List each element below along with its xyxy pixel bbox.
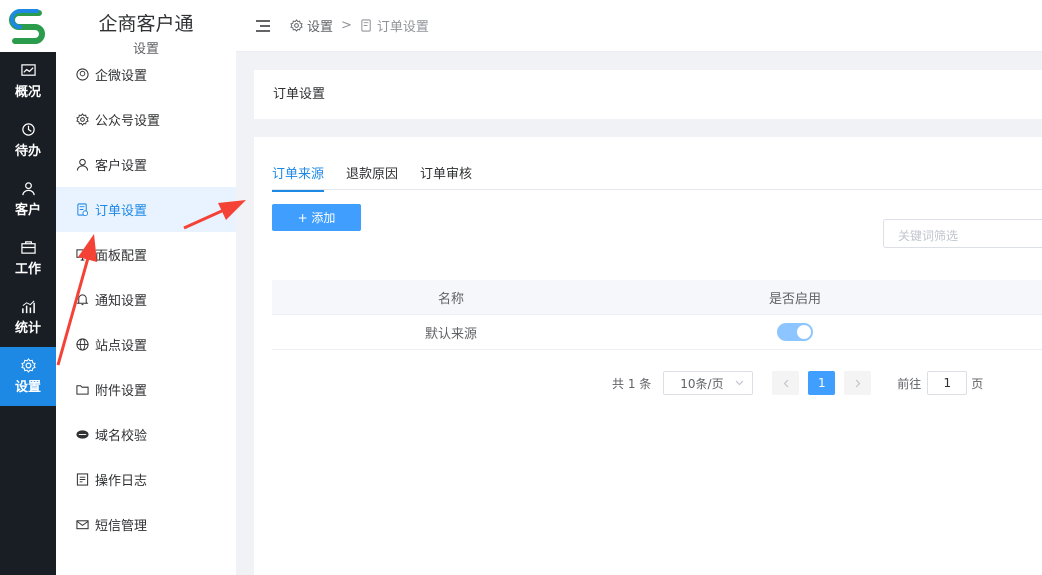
goto-suffix: 页 (971, 376, 984, 391)
enabled-toggle[interactable] (777, 323, 813, 341)
app-title: 企商客户通 (98, 13, 194, 35)
sidebar-item-label: 面板配置 (95, 249, 148, 264)
sidebar-item-log[interactable]: 操作日志 (56, 457, 236, 502)
sidebar-item-label: 企微设置 (95, 69, 148, 84)
content-panel: 订单来源 退款原因 订单审核 + 添加 关键词筛选 名称 是否启用 默认来源 共… (254, 137, 1042, 575)
breadcrumb-current: 订单设置 (376, 20, 429, 35)
bar-chart-icon (21, 300, 35, 314)
domain-badge-icon (76, 430, 89, 439)
add-button[interactable]: + 添加 (272, 204, 361, 231)
order-doc-icon (361, 19, 371, 32)
page-number-current[interactable]: 1 (808, 371, 836, 395)
rail-item-todo[interactable]: 待办 (0, 111, 56, 170)
goto-prefix: 前往 (897, 376, 922, 391)
sidebar-item-label: 域名校验 (95, 429, 148, 444)
page-size-value: 10条/页 (680, 376, 724, 391)
wecom-icon (76, 68, 89, 81)
sidebar-item-attachment[interactable]: 附件设置 (56, 367, 236, 412)
page-jumper: 前往 1 页 (897, 371, 983, 395)
rail-item-customer[interactable]: 客户 (0, 170, 56, 229)
sidebar-item-sms[interactable]: 短信管理 (56, 502, 236, 547)
rail-label: 统计 (14, 321, 41, 336)
column-header-name: 名称 (437, 291, 464, 307)
sidebar-item-label: 客户设置 (95, 159, 148, 174)
sidebar-item-order[interactable]: 订单设置 (56, 187, 236, 232)
chart-line-icon (20, 64, 36, 76)
sidebar-item-official-account[interactable]: 公众号设置 (56, 97, 236, 142)
order-doc-icon (77, 203, 89, 216)
user-icon (21, 182, 35, 196)
top-bar: 设置 > 订单设置 (236, 0, 1042, 52)
page-title-panel: 订单设置 (254, 70, 1042, 119)
briefcase-icon (20, 241, 36, 254)
table-row: 默认来源 (272, 315, 1042, 350)
sidebar-item-domain[interactable]: 域名校验 (56, 412, 236, 457)
breadcrumb-separator: > (341, 18, 352, 33)
sidebar-item-panel[interactable]: 面板配置 (56, 232, 236, 277)
tab-order-review[interactable]: 订单审核 (420, 163, 472, 192)
sidebar-item-label: 站点设置 (95, 339, 148, 354)
rail-item-overview[interactable]: 概况 (0, 52, 56, 111)
pagination-total: 共 1 条 (612, 376, 652, 391)
sidebar-item-customer[interactable]: 客户设置 (56, 142, 236, 187)
user-outline-icon (76, 158, 89, 171)
rail-label: 工作 (14, 262, 41, 277)
tab-order-source[interactable]: 订单来源 (272, 163, 325, 192)
chevron-right-icon (855, 379, 861, 387)
tab-bar: 订单来源 退款原因 订单审核 (272, 163, 494, 192)
app-logo[interactable] (0, 0, 56, 52)
cell-enabled (630, 323, 960, 341)
folder-icon (76, 385, 89, 395)
tab-divider (272, 189, 1042, 190)
gear-icon (20, 358, 36, 373)
log-icon (76, 473, 89, 486)
sidebar-item-label: 操作日志 (95, 474, 148, 489)
next-page-button[interactable] (844, 371, 872, 395)
sidebar-item-notification[interactable]: 通知设置 (56, 277, 236, 322)
goto-page-input[interactable]: 1 (927, 371, 968, 395)
tab-refund-reason[interactable]: 退款原因 (346, 163, 398, 192)
rail-item-work[interactable]: 工作 (0, 229, 56, 288)
bell-icon (76, 294, 89, 306)
page-size-select[interactable]: 10条/页 (663, 371, 754, 395)
column-header-enabled: 是否启用 (768, 291, 821, 307)
sidebar-item-label: 附件设置 (95, 384, 148, 399)
rail-item-settings[interactable]: 设置 (0, 347, 56, 406)
monitor-icon (76, 249, 89, 261)
gear-outline-icon (76, 113, 89, 126)
sidebar-item-label: 公众号设置 (95, 114, 161, 129)
rail-label: 设置 (14, 380, 41, 395)
chevron-left-icon (783, 379, 789, 387)
sidebar-item-wecom[interactable]: 企微设置 (56, 52, 236, 97)
page-title: 订单设置 (273, 87, 326, 102)
rail-label: 概况 (14, 85, 41, 100)
keyword-filter-input[interactable]: 关键词筛选 (883, 219, 1042, 248)
menu-toggle-icon[interactable] (256, 19, 270, 32)
clock-history-icon (21, 123, 35, 136)
cell-name: 默认来源 (424, 326, 477, 342)
rail-item-stats[interactable]: 统计 (0, 288, 56, 347)
sidebar-item-label: 订单设置 (95, 204, 148, 219)
breadcrumb-settings[interactable]: 设置 (307, 16, 333, 35)
prev-page-button[interactable] (772, 371, 800, 395)
rail-label: 待办 (14, 144, 41, 159)
source-table: 名称 是否启用 默认来源 (272, 280, 1042, 350)
gear-outline-icon (290, 19, 303, 32)
table-header: 名称 是否启用 (272, 280, 1042, 315)
globe-icon (76, 338, 89, 351)
breadcrumb: 设置 > 订单设置 (290, 16, 429, 35)
mail-icon (76, 520, 89, 530)
settings-sidebar: 企商客户通 设置 企微设置 公众号设置 客户设置 订单设置 面板配置 通知设置 … (56, 0, 236, 575)
s-logo-icon (9, 9, 45, 44)
sidebar-header: 企商客户通 设置 (56, 0, 236, 57)
sidebar-item-label: 短信管理 (95, 519, 148, 534)
main-rail: 概况 待办 客户 工作 统计 设置 (0, 0, 56, 575)
chevron-down-icon (735, 380, 744, 386)
pagination: 共 1 条 10条/页 1 前往 1 页 (612, 371, 983, 395)
sidebar-item-site[interactable]: 站点设置 (56, 322, 236, 367)
sidebar-item-label: 通知设置 (95, 294, 148, 309)
rail-label: 客户 (14, 203, 41, 218)
